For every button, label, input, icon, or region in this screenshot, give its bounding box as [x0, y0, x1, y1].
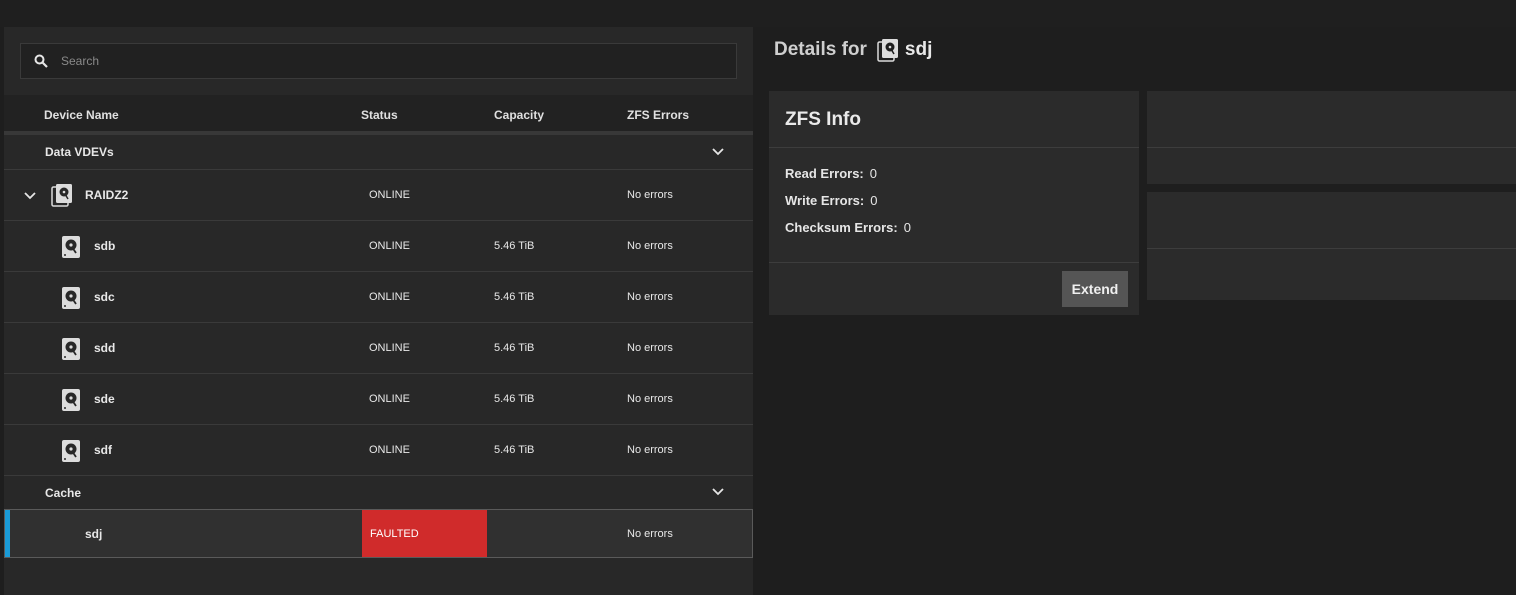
disk-name: sdf: [94, 443, 112, 457]
disk-status: ONLINE: [369, 240, 410, 252]
group-cache[interactable]: Cache: [4, 476, 753, 510]
disk-name: sdb: [94, 239, 116, 253]
group-label: Cache: [45, 485, 82, 500]
group-data-vdevs[interactable]: Data VDEVs: [4, 135, 753, 170]
disk-row-sdf[interactable]: sdf ONLINE 5.46 TiB No errors: [4, 425, 753, 476]
search-input[interactable]: [61, 54, 736, 68]
selection-indicator: [5, 510, 10, 557]
write-errors: Write Errors: 0: [785, 193, 878, 208]
vdev-status: ONLINE: [369, 189, 410, 201]
column-device-name[interactable]: Device Name: [44, 108, 119, 122]
search-box[interactable]: [20, 43, 737, 79]
hard-disk-icon: [62, 287, 80, 309]
disk-errors: No errors: [627, 444, 673, 456]
details-device-name: sdj: [904, 39, 933, 60]
card-title: ZFS Info: [769, 91, 1139, 148]
devices-panel: Device Name Status Capacity ZFS Errors D…: [4, 27, 753, 595]
extend-button[interactable]: Extend: [1062, 271, 1128, 307]
disk-capacity: 5.46 TiB: [494, 342, 535, 354]
hard-disk-icon: [62, 389, 80, 411]
disk-capacity: 5.46 TiB: [494, 240, 535, 252]
disk-capacity: 5.46 TiB: [494, 393, 535, 405]
disk-capacity: 5.46 TiB: [494, 444, 535, 456]
disk-row-sdc[interactable]: sdc ONLINE 5.46 TiB No errors: [4, 272, 753, 323]
disk-errors: No errors: [627, 291, 673, 303]
disk-name: sdd: [94, 341, 116, 355]
chevron-down-icon[interactable]: [712, 148, 724, 156]
disk-status: ONLINE: [369, 444, 410, 456]
vdev-name: RAIDZ2: [85, 188, 129, 202]
chevron-down-icon[interactable]: [24, 192, 36, 200]
disk-status: ONLINE: [369, 393, 410, 405]
details-prefix: Details for: [774, 39, 867, 60]
disk-errors: No errors: [627, 342, 673, 354]
vdev-row-raidz2[interactable]: RAIDZ2 ONLINE No errors: [4, 170, 753, 221]
chevron-down-icon[interactable]: [712, 488, 724, 496]
disk-row-sdb[interactable]: sdb ONLINE 5.46 TiB No errors: [4, 221, 753, 272]
column-status[interactable]: Status: [361, 108, 398, 122]
disk-errors: No errors: [627, 527, 673, 540]
disk-row-sde[interactable]: sde ONLINE 5.46 TiB No errors: [4, 374, 753, 425]
hard-disk-icon: [62, 338, 80, 360]
disk-row-sdj[interactable]: sdj FAULTED No errors: [4, 509, 753, 558]
disk-stack-icon: [51, 184, 72, 207]
disk-name: sdj: [85, 526, 103, 541]
table-header: Device Name Status Capacity ZFS Errors: [4, 95, 753, 135]
checksum-errors: Checksum Errors: 0: [785, 220, 911, 235]
hard-disk-icon: [62, 440, 80, 462]
group-label: Data VDEVs: [45, 145, 114, 159]
disk-name: sdc: [94, 290, 115, 304]
disk-capacity: 5.46 TiB: [494, 291, 535, 303]
search-icon: [21, 54, 61, 68]
disk-errors: No errors: [627, 240, 673, 252]
column-capacity[interactable]: Capacity: [494, 108, 544, 122]
column-zfs-errors[interactable]: ZFS Errors: [627, 108, 689, 122]
side-card: [1147, 91, 1516, 184]
disk-status: ONLINE: [369, 291, 410, 303]
side-card: [1147, 192, 1516, 300]
disk-errors: No errors: [627, 393, 673, 405]
zfs-info-card: ZFS Info Read Errors: 0 Write Errors: 0 Ch…: [769, 91, 1139, 315]
disk-stack-icon: [877, 39, 898, 62]
hard-disk-icon: [62, 236, 80, 258]
disk-status: ONLINE: [369, 342, 410, 354]
disk-row-sdd[interactable]: sdd ONLINE 5.46 TiB No errors: [4, 323, 753, 374]
details-heading: Details for sdj: [774, 38, 932, 62]
status-badge-faulted: FAULTED: [362, 510, 487, 557]
top-bar: [0, 0, 1516, 27]
disk-name: sde: [94, 392, 115, 406]
vdev-errors: No errors: [627, 189, 673, 201]
read-errors: Read Errors: 0: [785, 166, 877, 181]
